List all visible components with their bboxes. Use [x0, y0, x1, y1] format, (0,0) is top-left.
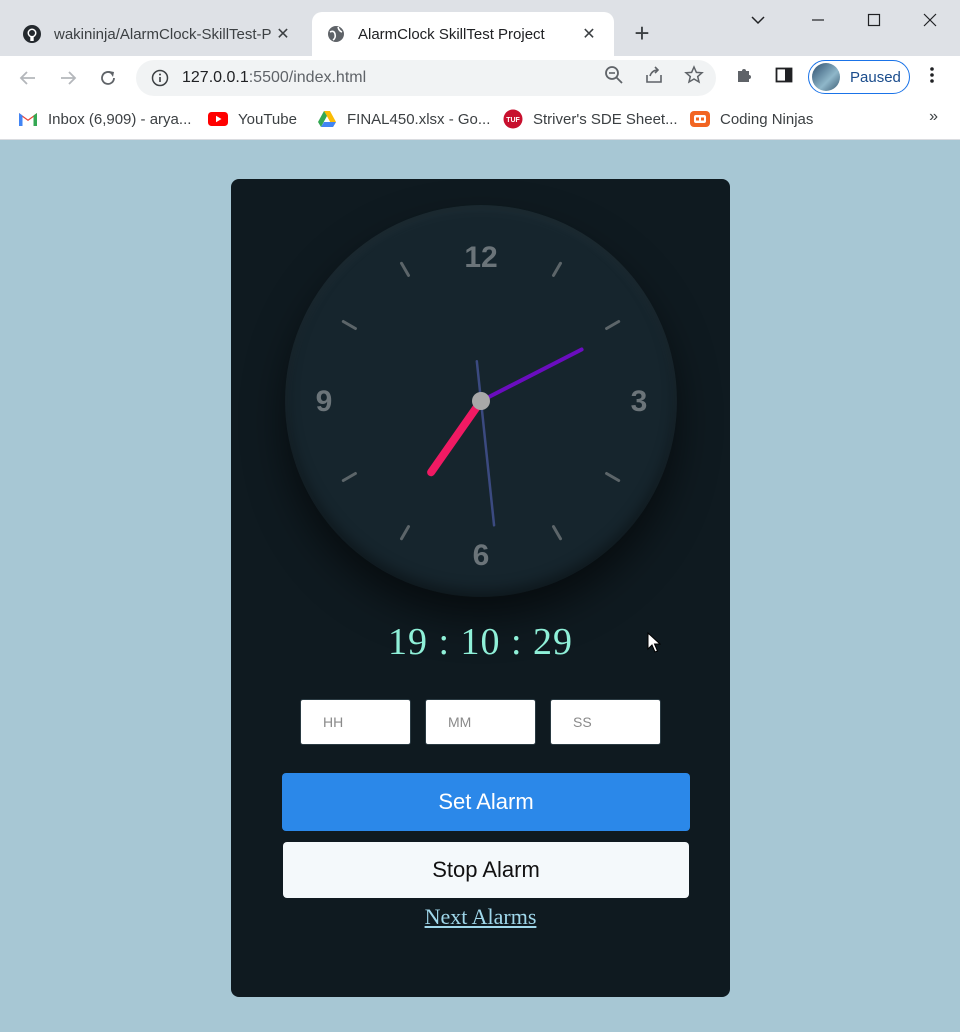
bookmark-label: Striver's SDE Sheet...: [533, 110, 678, 128]
youtube-icon: [208, 110, 228, 128]
zoom-icon[interactable]: [603, 64, 625, 86]
url-text: 127.0.0.1:5500/index.html: [182, 69, 366, 87]
tuf-icon: TUF: [503, 109, 523, 129]
stop-alarm-button[interactable]: Stop Alarm: [283, 842, 689, 898]
hour-tick: [400, 525, 410, 541]
reload-icon[interactable]: [94, 64, 122, 92]
side-panel-icon[interactable]: [773, 64, 795, 86]
github-icon: [22, 24, 42, 44]
minutes-input[interactable]: [425, 699, 536, 745]
hour-tick: [400, 261, 410, 277]
bookmark-star-icon[interactable]: [683, 64, 705, 86]
tab-strip: wakininja/AlarmClock-SkillTest-Project ✕…: [0, 0, 960, 56]
back-arrow-icon[interactable]: [14, 64, 42, 92]
bookmark-label: Inbox (6,909) - arya...: [48, 110, 192, 128]
more-bookmarks-icon[interactable]: »: [929, 108, 938, 126]
hour-hand: [427, 397, 485, 477]
clock-center-pin: [472, 392, 490, 410]
tab-title: AlarmClock SkillTest Project: [358, 25, 545, 43]
clock-face: 12 3 6 9: [316, 241, 648, 572]
hour-tick: [605, 472, 621, 482]
svg-text:TUF: TUF: [506, 117, 520, 124]
forward-arrow-icon[interactable]: [54, 64, 82, 92]
address-bar[interactable]: 127.0.0.1:5500/index.html: [136, 60, 716, 96]
minute-hand: [479, 347, 584, 403]
profile-label: Paused: [850, 68, 901, 86]
site-info-icon[interactable]: [150, 68, 170, 88]
share-icon[interactable]: [643, 64, 665, 86]
bookmark-label: Coding Ninjas: [720, 110, 814, 128]
mouse-cursor-icon: [647, 631, 662, 659]
browser-toolbar: 127.0.0.1:5500/index.html Paused: [0, 56, 960, 100]
numeral-12: 12: [464, 241, 497, 274]
kebab-menu-icon[interactable]: [921, 64, 943, 86]
hours-input[interactable]: [300, 699, 411, 745]
set-alarm-button[interactable]: Set Alarm: [282, 773, 690, 831]
second-hand: [475, 359, 496, 527]
globe-icon: [326, 24, 346, 44]
bookmark-youtube[interactable]: YouTube: [208, 108, 297, 130]
numeral-9: 9: [316, 385, 333, 418]
hour-tick: [552, 525, 562, 541]
tab-search-chevron-icon[interactable]: [738, 6, 778, 34]
coding-ninjas-icon: [690, 110, 710, 128]
hour-tick: [552, 261, 562, 277]
bookmark-striver[interactable]: TUF Striver's SDE Sheet...: [503, 108, 678, 130]
alarm-time-inputs: [300, 699, 661, 745]
tab-alarm-clock[interactable]: AlarmClock SkillTest Project ✕: [312, 12, 614, 56]
gmail-icon: [18, 110, 38, 128]
bookmark-label: FINAL450.xlsx - Go...: [347, 110, 491, 128]
avatar: [812, 63, 840, 91]
tab-title: wakininja/AlarmClock-SkillTest-Project: [54, 25, 272, 43]
close-icon[interactable]: ✕: [272, 23, 294, 45]
seconds-input[interactable]: [550, 699, 661, 745]
window-close-icon[interactable]: [910, 6, 950, 34]
close-icon[interactable]: ✕: [578, 23, 600, 45]
maximize-icon[interactable]: [854, 6, 894, 34]
url-host: 127.0.0.1: [182, 69, 249, 86]
new-tab-icon[interactable]: +: [628, 20, 656, 48]
drive-icon: [317, 110, 337, 128]
numeral-6: 6: [473, 539, 490, 572]
profile-button[interactable]: Paused: [808, 60, 910, 94]
minimize-icon[interactable]: [798, 6, 838, 34]
hour-tick: [605, 320, 621, 330]
extensions-puzzle-icon[interactable]: [733, 64, 755, 86]
bookmark-label: YouTube: [238, 110, 297, 128]
bookmark-drive[interactable]: FINAL450.xlsx - Go...: [317, 108, 490, 130]
url-path: :5500/index.html: [248, 69, 367, 86]
hour-tick: [341, 472, 357, 482]
bookmark-gmail[interactable]: Inbox (6,909) - arya...: [18, 108, 191, 130]
tab-github[interactable]: wakininja/AlarmClock-SkillTest-Project ✕: [8, 12, 308, 56]
next-alarms-link[interactable]: Next Alarms: [231, 904, 730, 930]
bookmark-coding-ninjas[interactable]: Coding Ninjas: [690, 108, 813, 130]
bookmarks-bar: Inbox (6,909) - arya... YouTube FINAL450…: [0, 100, 960, 140]
hour-tick: [341, 320, 357, 330]
numeral-3: 3: [631, 385, 648, 418]
analog-clock: 12 3 6 9: [285, 205, 677, 597]
